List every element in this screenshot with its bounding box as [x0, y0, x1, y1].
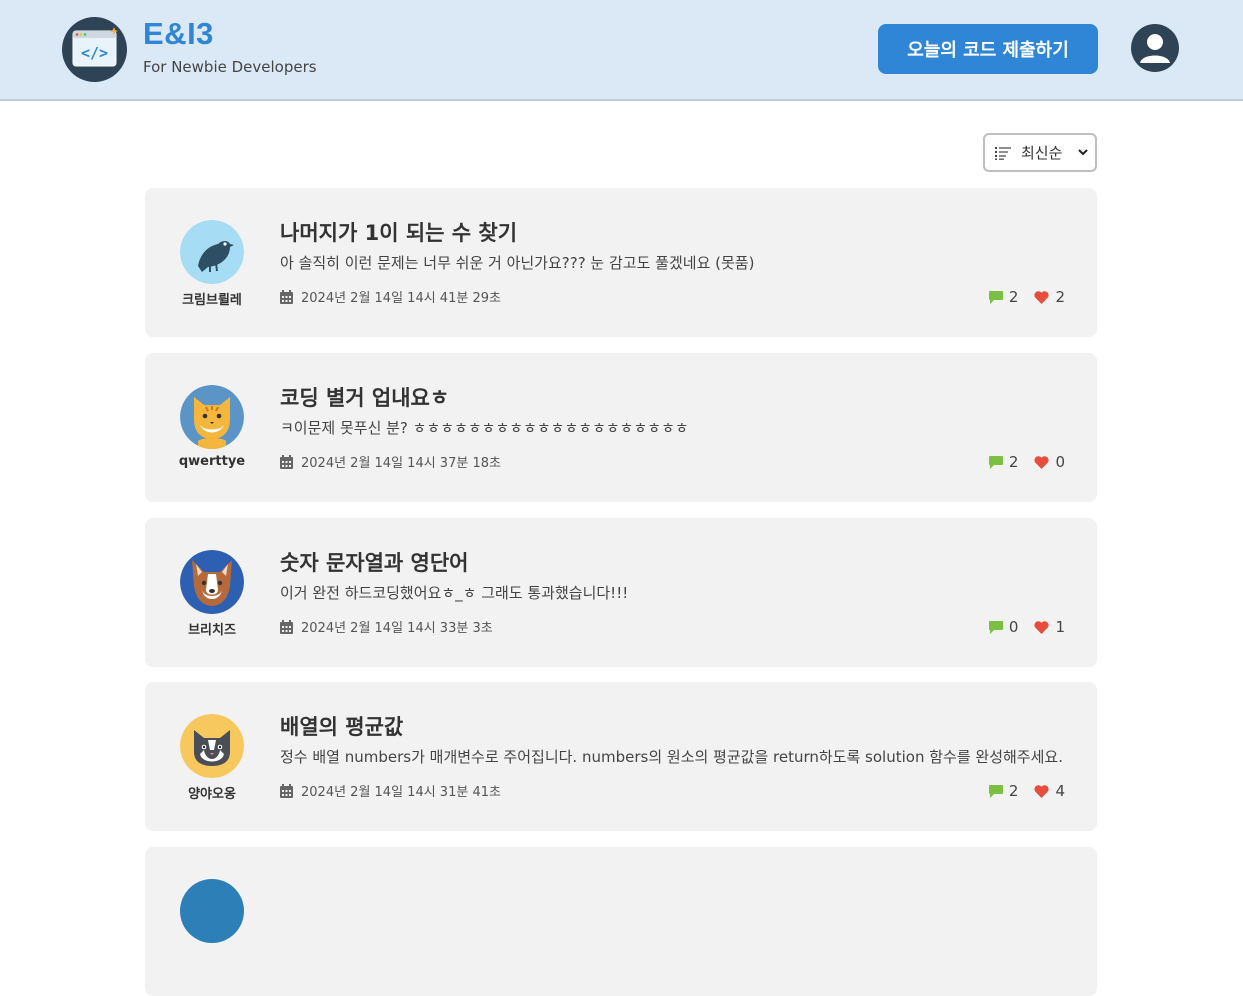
post-snippet: ㅋ이문제 못푸신 분? ㅎㅎㅎㅎㅎㅎㅎㅎㅎㅎㅎㅎㅎㅎㅎㅎㅎㅎㅎㅎ: [280, 419, 689, 437]
calendar-icon: [280, 289, 293, 304]
post-date-text: 2024년 2월 14일 14시 31분 41초: [301, 785, 501, 800]
sort-selected-value: 최신순: [1021, 144, 1063, 162]
comment-count-value: 2: [1008, 782, 1019, 800]
post-stats: 2 2: [973, 288, 1065, 306]
post-date-text: 2024년 2월 14일 14시 37분 18초: [301, 456, 501, 471]
user-profile-icon[interactable]: [1131, 24, 1179, 72]
post-date: 2024년 2월 14일 14시 33분 3초: [280, 617, 493, 636]
comment-count-value: 0: [1008, 618, 1019, 636]
post-date: 2024년 2월 14일 14시 31분 41초: [280, 781, 501, 800]
post-date-text: 2024년 2월 14일 14시 33분 3초: [301, 621, 493, 636]
tiger-avatar-icon: [180, 385, 244, 449]
post-snippet: 아 솔직히 이런 문제는 너무 쉬운 거 아닌가요??? 눈 감고도 풀겠네요 …: [280, 254, 755, 272]
post-title[interactable]: 숫자 문자열과 영단어: [280, 547, 469, 577]
header: </> E&I3 For Newbie Developers 오늘의 코드 제출…: [0, 0, 1243, 101]
brand-title: E&I3: [143, 16, 214, 51]
post-card[interactable]: qwerttye 코딩 별거 업내요ㅎ ㅋ이문제 못푸신 분? ㅎㅎㅎㅎㅎㅎㅎㅎ…: [145, 353, 1097, 502]
comment-icon: [988, 290, 1003, 304]
post-card[interactable]: [145, 847, 1097, 996]
comment-count-value: 2: [1008, 288, 1019, 306]
comment-count[interactable]: 0: [988, 618, 1019, 636]
post-author[interactable]: 브리치즈: [162, 619, 262, 638]
post-snippet: 이거 완전 하드코딩했어요ㅎ_ㅎ 그래도 통과했습니다!!!: [280, 584, 629, 602]
heart-icon: [1034, 784, 1050, 798]
calendar-icon: [280, 783, 293, 798]
heart-icon: [1034, 455, 1050, 469]
like-count-value: 1: [1055, 618, 1065, 636]
list-sort-icon: [995, 146, 1011, 160]
post-card[interactable]: 크림브륄레 나머지가 1이 되는 수 찾기 아 솔직히 이런 문제는 너무 쉬운…: [145, 188, 1097, 337]
like-count-value: 2: [1055, 288, 1065, 306]
comment-count[interactable]: 2: [988, 782, 1019, 800]
like-count-value: 0: [1055, 453, 1065, 471]
svg-text:</>: </>: [81, 44, 108, 62]
post-date-text: 2024년 2월 14일 14시 41분 29초: [301, 291, 501, 306]
code-window-logo-icon[interactable]: </>: [62, 17, 127, 82]
avatar: [180, 879, 244, 943]
submit-code-button[interactable]: 오늘의 코드 제출하기: [878, 24, 1098, 74]
dog-avatar-icon: [180, 550, 244, 614]
comment-icon: [988, 784, 1003, 798]
post-title[interactable]: 배열의 평균값: [280, 711, 403, 741]
heart-icon: [1034, 290, 1050, 304]
post-title[interactable]: 나머지가 1이 되는 수 찾기: [280, 217, 517, 247]
post-date: 2024년 2월 14일 14시 37분 18초: [280, 452, 501, 471]
calendar-icon: [280, 619, 293, 634]
like-count[interactable]: 0: [1034, 453, 1065, 471]
comment-count[interactable]: 2: [988, 288, 1019, 306]
post-card[interactable]: 브리치즈 숫자 문자열과 영단어 이거 완전 하드코딩했어요ㅎ_ㅎ 그래도 통과…: [145, 518, 1097, 667]
post-card[interactable]: 양야오옹 배열의 평균값 정수 배열 numbers가 매개변수로 주어집니다.…: [145, 682, 1097, 831]
post-title[interactable]: 코딩 별거 업내요ㅎ: [280, 382, 449, 412]
post-stats: 2 4: [973, 782, 1065, 800]
like-count[interactable]: 2: [1034, 288, 1065, 306]
cat-avatar-icon: [180, 714, 244, 778]
post-stats: 0 1: [973, 618, 1065, 636]
sort-select[interactable]: 최신순: [983, 133, 1097, 172]
like-count[interactable]: 4: [1034, 782, 1065, 800]
post-author[interactable]: qwerttye: [162, 454, 262, 469]
post-author[interactable]: 양야오옹: [162, 783, 262, 802]
chevron-down-icon: [1078, 149, 1088, 156]
post-author[interactable]: 크림브륄레: [162, 289, 262, 308]
comment-count[interactable]: 2: [988, 453, 1019, 471]
post-stats: 2 0: [973, 453, 1065, 471]
bird-avatar-icon: [180, 220, 244, 284]
heart-icon: [1034, 620, 1050, 634]
comment-icon: [988, 455, 1003, 469]
post-date: 2024년 2월 14일 14시 41분 29초: [280, 287, 501, 306]
like-count-value: 4: [1055, 782, 1065, 800]
calendar-icon: [280, 454, 293, 469]
comment-count-value: 2: [1008, 453, 1019, 471]
brand-subtitle: For Newbie Developers: [143, 58, 317, 76]
comment-icon: [988, 620, 1003, 634]
post-snippet: 정수 배열 numbers가 매개변수로 주어집니다. numbers의 원소의…: [280, 748, 1063, 766]
like-count[interactable]: 1: [1034, 618, 1065, 636]
